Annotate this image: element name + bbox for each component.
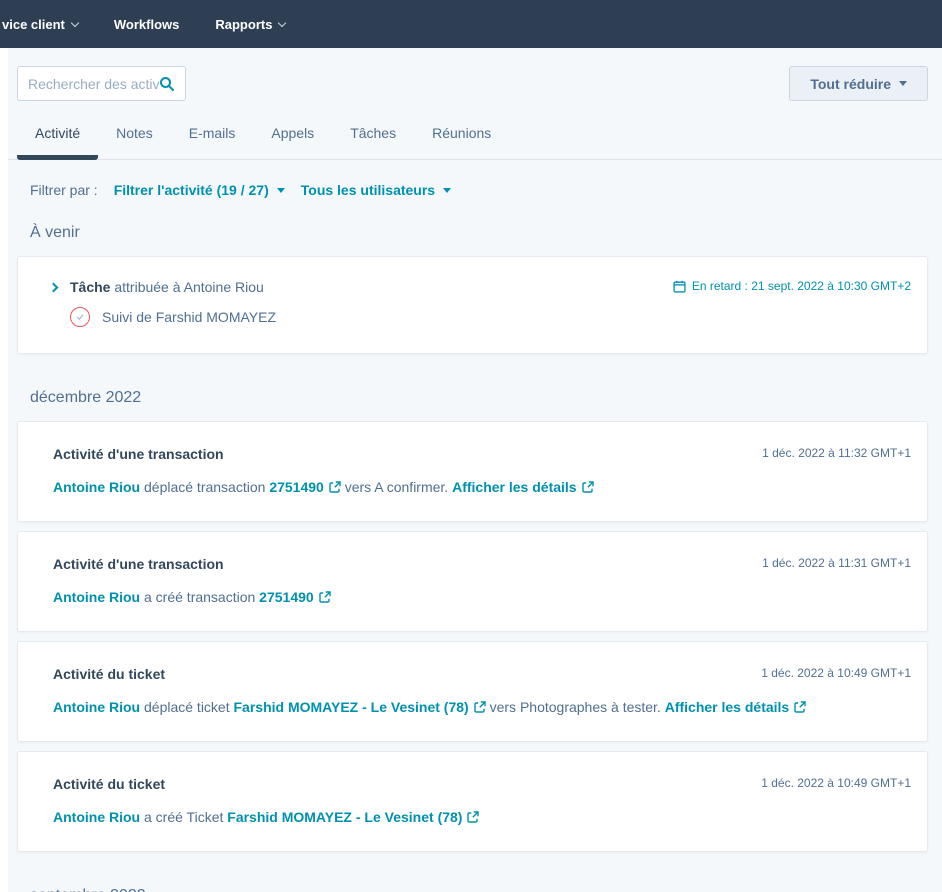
activity-description: Antoine Riou déplacé transaction 2751490…	[53, 479, 911, 495]
nav-item-workflows-label: Workflows	[113, 16, 180, 32]
activity-feed-panel: Tout réduire Activité Notes E-mails Appe…	[8, 48, 942, 892]
activity-card-title: Activité d'une transaction	[53, 446, 224, 462]
activity-timestamp: 1 déc. 2022 à 10:49 GMT+1	[761, 666, 911, 680]
calendar-icon	[673, 280, 686, 293]
action-text: a créé transaction	[140, 589, 260, 605]
actor-link[interactable]: Antoine Riou	[53, 479, 140, 495]
activity-filter-dropdown[interactable]: Filtrer l'activité (19 / 27)	[114, 182, 285, 198]
expand-chevron-icon[interactable]	[48, 282, 59, 292]
activity-card: Activité d'une transaction 1 déc. 2022 à…	[17, 421, 928, 522]
nav-item-service-client-label: vice client	[2, 16, 65, 32]
activity-timestamp: 1 déc. 2022 à 10:49 GMT+1	[761, 776, 911, 790]
caret-down-icon	[276, 187, 285, 193]
caret-down-icon	[899, 81, 907, 86]
activity-card-title: Activité du ticket	[53, 666, 166, 682]
tab-emails[interactable]: E-mails	[171, 117, 254, 160]
tab-activite[interactable]: Activité	[17, 117, 99, 160]
activity-card: Activité du ticket 1 déc. 2022 à 10:49 G…	[17, 641, 928, 742]
activity-timestamp: 1 déc. 2022 à 11:32 GMT+1	[762, 446, 911, 460]
record-link[interactable]: Farshid MOMAYEZ - Le Vesinet (78)	[227, 809, 462, 825]
tab-reunions[interactable]: Réunions	[414, 117, 509, 160]
details-link[interactable]: Afficher les détails	[665, 699, 790, 715]
chevron-down-icon	[278, 18, 287, 27]
search-input[interactable]	[28, 75, 159, 92]
action-text: a créé Ticket	[140, 809, 228, 825]
activity-description: Antoine Riou déplacé ticket Farshid MOMA…	[53, 699, 911, 715]
details-link[interactable]: Afficher les détails	[452, 479, 577, 495]
task-name-link[interactable]: Suivi de Farshid MOMAYEZ	[102, 309, 276, 325]
filter-label: Filtrer par :	[30, 182, 98, 198]
external-link-icon[interactable]	[329, 481, 341, 493]
top-navigation: vice client Workflows Rapports	[0, 0, 942, 48]
activity-card: Activité du ticket 1 déc. 2022 à 10:49 G…	[17, 751, 928, 852]
record-link[interactable]: 2751490	[269, 479, 324, 495]
task-due-date: En retard : 21 sept. 2022 à 10:30 GMT+2	[673, 279, 911, 293]
nav-item-rapports[interactable]: Rapports	[215, 16, 287, 32]
external-link-icon[interactable]	[794, 701, 806, 713]
actor-link[interactable]: Antoine Riou	[53, 809, 140, 825]
section-title-december: décembre 2022	[30, 389, 142, 406]
activity-timestamp: 1 déc. 2022 à 11:31 GMT+1	[762, 556, 911, 570]
search-icon[interactable]	[159, 76, 175, 92]
action-suffix-text: vers A confirmer.	[340, 479, 453, 495]
nav-item-service-client[interactable]: vice client	[2, 16, 80, 32]
action-text: déplacé ticket	[140, 699, 234, 715]
tab-bar: Activité Notes E-mails Appels Tâches Réu…	[8, 117, 942, 160]
collapse-all-button[interactable]: Tout réduire	[789, 66, 928, 101]
external-link-icon[interactable]	[467, 811, 479, 823]
tab-notes[interactable]: Notes	[98, 117, 171, 160]
external-link-icon[interactable]	[319, 591, 331, 603]
task-card: Tâche attribuée à Antoine Riou En retard…	[17, 256, 928, 354]
task-overdue-label: En retard : 21 sept. 2022 à 10:30 GMT+2	[691, 279, 911, 293]
actor-link[interactable]: Antoine Riou	[53, 699, 140, 715]
collapse-all-label: Tout réduire	[810, 75, 891, 92]
tab-taches[interactable]: Tâches	[332, 117, 414, 160]
user-filter-label: Tous les utilisateurs	[300, 182, 436, 198]
task-type-label: Tâche	[70, 279, 111, 295]
check-icon	[74, 311, 86, 323]
action-text: déplacé transaction	[140, 479, 270, 495]
activity-description: Antoine Riou a créé transaction 2751490	[53, 589, 911, 605]
actor-link[interactable]: Antoine Riou	[53, 589, 140, 605]
filter-row: Filtrer par : Filtrer l'activité (19 / 2…	[8, 160, 942, 198]
action-suffix-text: vers Photographes à tester.	[485, 699, 665, 715]
task-assignment-text: attribuée à Antoine Riou	[110, 279, 264, 295]
activity-card-title: Activité du ticket	[53, 776, 166, 792]
section-title-upcoming: À venir	[30, 224, 80, 241]
tab-appels[interactable]: Appels	[253, 117, 332, 160]
search-box[interactable]	[17, 66, 186, 101]
section-title-september: septembre 2022	[8, 861, 942, 892]
nav-item-rapports-label: Rapports	[215, 16, 273, 32]
activity-card: Activité d'une transaction 1 déc. 2022 à…	[17, 531, 928, 632]
external-link-icon[interactable]	[474, 701, 486, 713]
nav-item-workflows[interactable]: Workflows	[114, 17, 180, 32]
record-link[interactable]: Farshid MOMAYEZ - Le Vesinet (78)	[234, 699, 469, 715]
task-complete-checkbox[interactable]	[70, 307, 90, 327]
toolbar: Tout réduire	[8, 48, 942, 115]
activity-description: Antoine Riou a créé Ticket Farshid MOMAY…	[53, 809, 911, 825]
caret-down-icon	[443, 187, 452, 193]
activity-filter-label: Filtrer l'activité (19 / 27)	[113, 182, 269, 198]
user-filter-dropdown[interactable]: Tous les utilisateurs	[300, 182, 452, 198]
chevron-down-icon	[70, 18, 80, 27]
activity-card-title: Activité d'une transaction	[53, 556, 224, 572]
record-link[interactable]: 2751490	[259, 589, 314, 605]
external-link-icon[interactable]	[582, 481, 594, 493]
